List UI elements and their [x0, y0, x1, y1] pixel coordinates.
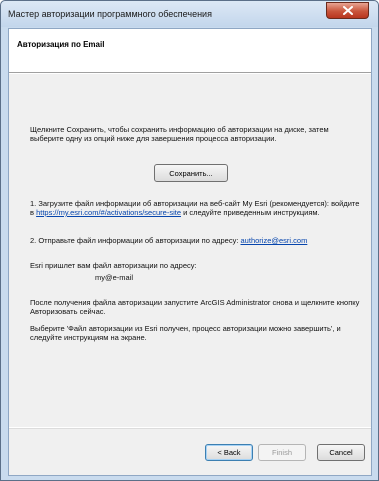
step2-prefix: 2. Отправьте файл информации об авториза… — [30, 236, 241, 245]
my-esri-link[interactable]: https://my.esri.com/#/activations/secure… — [36, 208, 181, 217]
wizard-client-area: Авторизация по Email Щелкните Сохранить,… — [8, 28, 372, 476]
email-value: my@e-mail — [95, 273, 134, 282]
close-icon — [342, 6, 353, 15]
wizard-body: Щелкните Сохранить, чтобы сохранить инфо… — [9, 74, 371, 427]
intro-text: Щелкните Сохранить, чтобы сохранить инфо… — [30, 125, 329, 143]
step1-text: 1. Загрузите файл информации об авториза… — [30, 199, 360, 217]
after-receive-text: После получения файла авторизации запуст… — [30, 298, 360, 316]
wizard-header: Авторизация по Email — [9, 29, 371, 73]
choose-option-text: Выберите 'Файл авторизации из Esri получ… — [30, 324, 341, 342]
title-bar[interactable]: Мастер авторизации программного обеспече… — [1, 1, 378, 27]
close-button[interactable] — [326, 2, 369, 19]
authorize-email-link[interactable]: authorize@esri.com — [241, 236, 308, 245]
step2-text: 2. Отправьте файл информации об авториза… — [30, 236, 360, 245]
cancel-button[interactable]: Cancel — [317, 444, 365, 461]
esri-send-text: Esri пришлет вам файл авторизации по адр… — [30, 261, 197, 270]
wizard-footer: < Back Finish Cancel — [9, 428, 371, 475]
back-button[interactable]: < Back — [205, 444, 253, 461]
page-title: Авторизация по Email — [17, 40, 105, 49]
finish-button[interactable]: Finish — [258, 444, 306, 461]
window-title: Мастер авторизации программного обеспече… — [8, 9, 212, 19]
step1-suffix: и следуйте приведенным инструкциям. — [181, 208, 320, 217]
wizard-window: Мастер авторизации программного обеспече… — [0, 0, 379, 481]
save-button[interactable]: Сохранить... — [154, 164, 228, 182]
